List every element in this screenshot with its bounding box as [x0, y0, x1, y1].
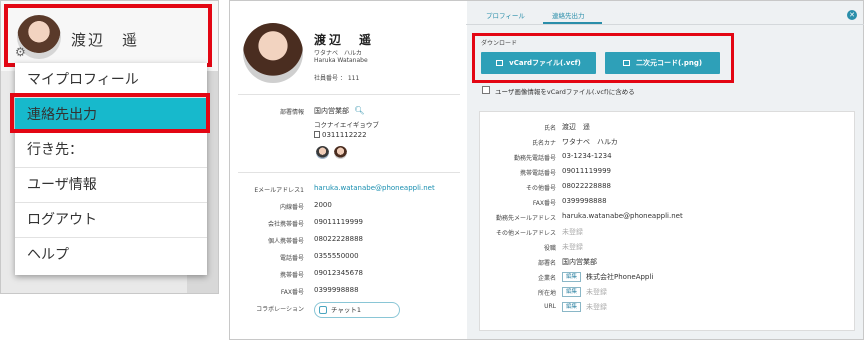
detail-label: 勤務先メールアドレス	[495, 215, 556, 222]
detail-value: ワタナベ ハルカ	[562, 138, 618, 146]
contact-preview-box: 氏名 渡辺 遥 氏名カナ ワタナベ ハルカ 勤務先電話番号 03-1234-12…	[479, 111, 855, 331]
edit-button[interactable]: 編集	[562, 272, 582, 282]
divider	[238, 94, 460, 95]
personal-mobile-label: 個人携帯番号	[267, 238, 304, 245]
include-image-label[interactable]: ユーザ画像情報をvCardファイル(.vcf)に含める	[495, 86, 635, 96]
dept-kana: コクナイエイギョウブ	[314, 121, 379, 129]
menu-item-user-info[interactable]: ユーザ情報	[15, 168, 207, 203]
include-image-checkbox[interactable]	[482, 86, 490, 94]
extension-value: 2000	[314, 201, 332, 209]
detail-value: 未登録	[562, 228, 583, 236]
mobile-value: 09012345678	[314, 269, 363, 277]
fax-label: FAX番号	[280, 289, 304, 296]
detail-value: 09011119999	[562, 167, 611, 175]
company-mobile-value: 09011119999	[314, 218, 363, 226]
profile-name-roman: Haruka Watanabe	[314, 57, 368, 64]
employee-number: 社員番号 ： 111	[314, 75, 360, 82]
detail-label: 企業名	[537, 275, 556, 282]
chat-icon	[319, 306, 327, 314]
profile-card: 渡辺 遥 ワタナベ ハルカ Haruka Watanabe 社員番号 ： 111…	[230, 1, 467, 339]
detail-label: 所在地	[537, 290, 556, 297]
profile-photo	[243, 23, 303, 83]
detail-label: 役職	[543, 245, 556, 252]
download-highlight-box	[472, 33, 734, 83]
active-item-highlight-box	[10, 93, 210, 133]
tabs-border	[466, 24, 864, 25]
phone-label: 電話番号	[279, 255, 304, 262]
edit-button[interactable]: 編集	[562, 302, 582, 312]
email1-value[interactable]: haruka.watanabe@phoneappli.net	[314, 184, 435, 192]
detail-value: 未登録	[562, 243, 583, 251]
user-header-highlight-box	[4, 4, 212, 67]
tab-contact-export[interactable]: 連絡先出力	[552, 10, 585, 20]
phone-value: 0355550000	[314, 252, 359, 260]
menu-item-destination[interactable]: 行き先：	[15, 133, 207, 168]
dept-name: 国内営業部 🔍︎	[314, 106, 364, 116]
user-menu-panel: ⚙ 渡辺 遥 マイプロフィール 連絡先出力 行き先： ユーザ情報 ログアウト ヘ…	[0, 0, 219, 294]
detail-value-row: 編集 未登録	[562, 287, 607, 297]
detail-value-row: 編集 株式会社PhoneAppli	[562, 272, 653, 282]
chat-button[interactable]: チャット1	[314, 302, 400, 318]
search-icon[interactable]: 🔍︎	[354, 106, 364, 115]
detail-label: URL	[544, 303, 556, 310]
mobile-label: 携帯番号	[279, 272, 304, 279]
detail-label: 勤務先電話番号	[513, 155, 556, 162]
detail-value: 未登録	[586, 288, 608, 296]
detail-label: その他メールアドレス	[495, 230, 556, 237]
profile-name-kana: ワタナベ ハルカ	[314, 50, 362, 57]
detail-value: 03-1234-1234	[562, 152, 612, 160]
collab-label: コラボレーション	[256, 306, 304, 313]
detail-value: 株式会社PhoneAppli	[586, 273, 654, 281]
detail-value: 渡辺 遥	[562, 123, 590, 131]
detail-value: 未登録	[586, 303, 608, 311]
detail-label: 携帯電話番号	[519, 170, 556, 177]
member-avatar-2[interactable]	[334, 146, 347, 159]
detail-label: 部署名	[537, 260, 556, 267]
divider	[238, 172, 460, 173]
tab-profile[interactable]: プロフィール	[486, 10, 525, 20]
fax-value: 0399998888	[314, 286, 359, 294]
chat-button-label: チャット1	[331, 306, 362, 314]
close-icon[interactable]: ✕	[847, 10, 857, 20]
detail-value: 国内営業部	[562, 258, 597, 266]
email1-label: Eメールアドレス1	[254, 187, 304, 194]
detail-label: FAX番号	[532, 200, 556, 207]
detail-label: 氏名カナ	[531, 140, 556, 147]
detail-value: haruka.watanabe@phoneappli.net	[562, 212, 683, 220]
menu-item-logout[interactable]: ログアウト	[15, 203, 207, 238]
menu-item-help[interactable]: ヘルプ	[15, 238, 207, 273]
detail-value-row: 編集 未登録	[562, 302, 607, 312]
phone-book-icon	[314, 131, 320, 138]
dept-phone: 0311112222	[314, 131, 367, 139]
member-avatar-1[interactable]	[316, 146, 329, 159]
detail-value: 08022228888	[562, 182, 611, 190]
personal-mobile-value: 08022228888	[314, 235, 363, 243]
detail-label: その他番号	[525, 185, 556, 192]
dept-phone-text: 0311112222	[322, 131, 367, 139]
detail-value: 0399998888	[562, 197, 607, 205]
edit-button[interactable]: 編集	[562, 287, 582, 297]
dept-name-text: 国内営業部	[314, 107, 349, 115]
dept-label: 部署情報	[279, 109, 304, 116]
detail-label: 氏名	[543, 125, 556, 132]
tab-active-underline	[543, 22, 602, 24]
extension-label: 内線番号	[279, 204, 304, 211]
company-mobile-label: 会社携帯番号	[267, 221, 304, 228]
profile-name: 渡辺 遥	[314, 33, 375, 47]
